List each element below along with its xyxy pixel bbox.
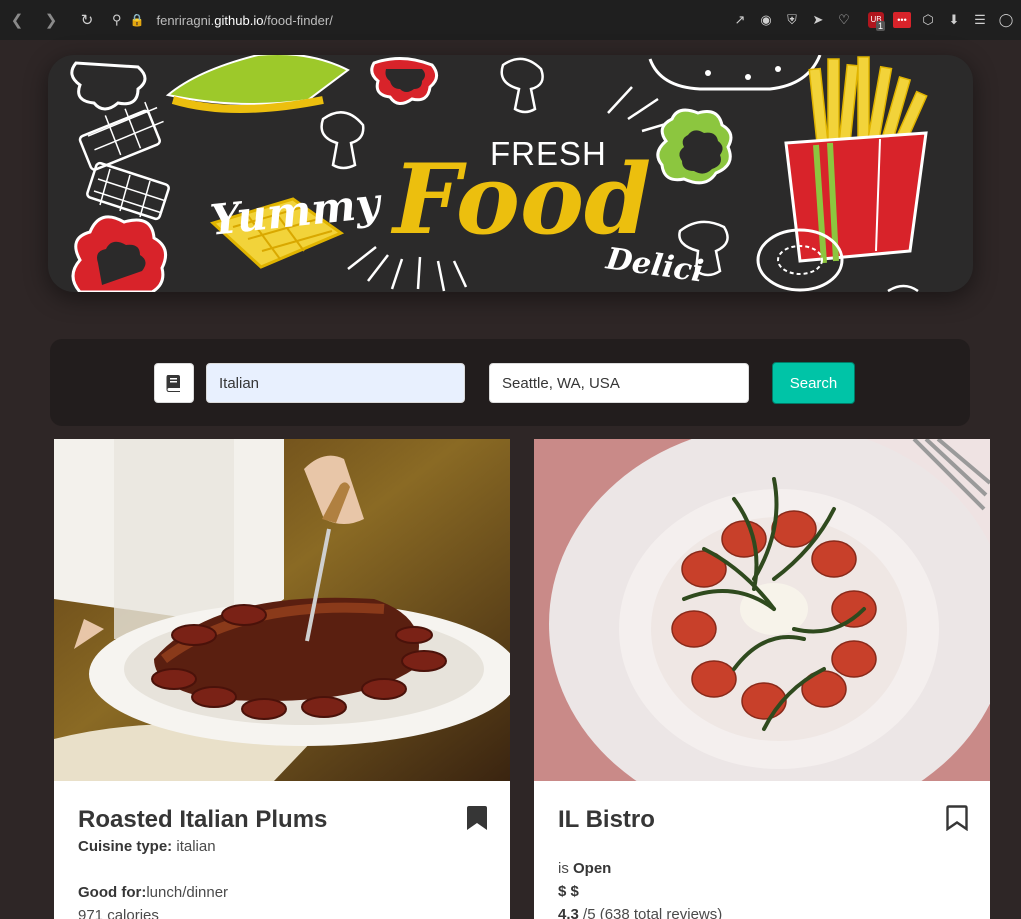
lock-icon[interactable]: 🔒 [130,13,145,27]
calories-line: 971 calories [78,907,159,919]
download-icon[interactable]: ⬇ [941,7,967,33]
recipe-image [54,439,510,781]
book-icon [166,375,180,392]
shield-icon[interactable]: ⛨ [779,7,805,33]
good-for-label: Good for: [78,884,147,901]
send-icon[interactable]: ➤ [805,7,831,33]
cuisine-label: Cuisine type: [78,838,173,855]
forward-arrow-icon[interactable]: ❯ [40,9,62,31]
price-line: $ $ [558,883,579,900]
back-arrow-icon[interactable]: ❮ [6,9,28,31]
bookmark-filled-icon[interactable] [466,805,488,831]
search-button[interactable]: Search [772,362,855,404]
restaurant-title: IL Bistro [558,806,655,833]
recipe-title: Roasted Italian Plums [78,806,328,833]
box-icon[interactable]: ⬡ [915,7,941,33]
fries-illustration [784,56,928,264]
price-value: $ $ [558,883,579,900]
password-icon[interactable]: ••• [889,7,915,33]
menu-icon[interactable]: ☰ [967,7,993,33]
good-for-value: lunch/dinner [146,884,229,901]
rating-line: 4.3 /5 (638 total reviews) [558,906,722,919]
share-icon[interactable]: ↗ [727,7,753,33]
restaurant-card[interactable]: IL Bistro is Open $ $ 4.3 /5 (638 total … [534,439,990,919]
url-path: /food-finder/ [263,12,333,28]
search-query-input[interactable] [206,363,465,403]
search-type-button[interactable] [154,363,194,403]
profile-icon[interactable]: ◯ [993,7,1019,33]
status-value: Open [573,860,612,877]
rating-suffix: /5 (638 total reviews) [578,906,723,919]
hero-banner: Yummy Food FRESH Delici [48,55,973,292]
browser-toolbar: ❮ ❯ ↻ ⚲ 🔒 fenriragni. github.io/food-find… [0,0,1021,40]
cuisine-line: Cuisine type: italian [78,838,216,855]
status-prefix: is [558,860,573,877]
cuisine-value: italian [172,838,216,855]
hero-fresh-text: FRESH [490,135,607,172]
reload-icon[interactable]: ↻ [76,9,98,31]
bookmark-outline-icon[interactable] [946,805,968,831]
screenshot-icon[interactable]: ◉ [753,7,779,33]
rating-value: 4.3 [558,906,579,919]
ublock-count: 1 [876,21,886,31]
url-domain: github.io [214,12,264,28]
tracking-icon[interactable]: ⚲ [112,12,122,28]
browser-tools: ↗ ◉ ⛨ ➤ ♡ UB 1 ••• ⬡ ⬇ ☰ ◯ [727,7,1019,33]
recipe-card[interactable]: Roasted Italian Plums Cuisine type: ital… [54,439,510,919]
address-bar[interactable]: ⚲ 🔒 fenriragni. github.io/food-finder/ [112,12,333,28]
search-panel: Search [50,339,970,426]
open-status-line: is Open [558,860,611,877]
location-input[interactable] [489,363,749,403]
restaurant-image [534,439,990,781]
good-for-line: Good for:lunch/dinner [78,884,228,901]
ublock-icon[interactable]: UB 1 [863,7,889,33]
url-prefix: fenriragni. [156,12,215,28]
heart-icon[interactable]: ♡ [831,7,857,33]
